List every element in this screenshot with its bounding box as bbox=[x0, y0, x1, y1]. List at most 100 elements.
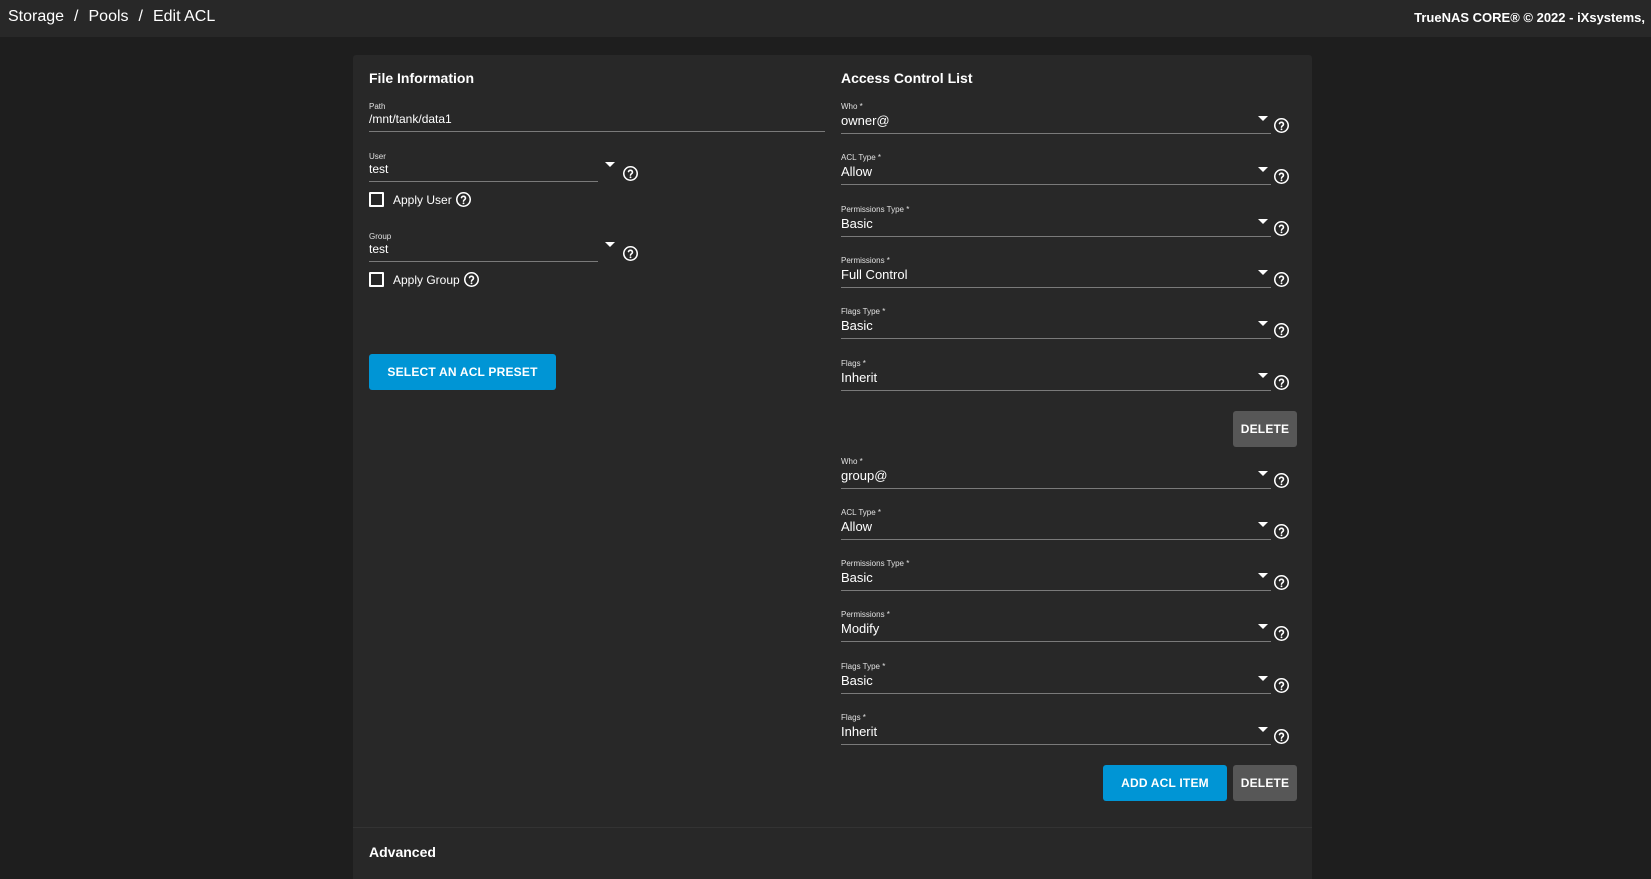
flags-underline bbox=[841, 390, 1271, 391]
breadcrumb: Storage / Pools / Edit ACL bbox=[8, 8, 215, 26]
who-value: owner@ bbox=[841, 113, 890, 128]
user-underline bbox=[369, 181, 598, 182]
permissions-value: Full Control bbox=[841, 267, 908, 282]
flags-type-select[interactable]: Flags Type * Basic bbox=[841, 307, 1271, 339]
group-underline bbox=[369, 261, 598, 262]
caret-down-icon bbox=[1258, 676, 1268, 681]
acl-type-underline bbox=[841, 539, 1271, 540]
file-info-title: File Information bbox=[369, 70, 474, 86]
help-circle-icon[interactable] bbox=[463, 271, 480, 288]
path-value: /mnt/tank/data1 bbox=[369, 112, 452, 126]
flags-type-label: Flags Type * bbox=[841, 307, 886, 316]
caret-down-icon bbox=[1258, 321, 1268, 326]
caret-down-icon bbox=[1258, 219, 1268, 224]
permissions-label: Permissions * bbox=[841, 610, 890, 619]
help-circle-icon[interactable] bbox=[1273, 472, 1290, 489]
help-circle-icon[interactable] bbox=[1273, 117, 1290, 134]
acl-type-value: Allow bbox=[841, 519, 873, 534]
help-circle-icon[interactable] bbox=[1273, 728, 1290, 745]
caret-down-icon bbox=[1258, 522, 1268, 527]
group-value: test bbox=[369, 242, 389, 256]
caret-down-icon bbox=[1258, 471, 1268, 476]
caret-down-icon bbox=[605, 162, 615, 167]
help-circle-icon[interactable] bbox=[1273, 523, 1290, 540]
help-circle-icon[interactable] bbox=[622, 245, 639, 262]
acl-title: Access Control List bbox=[841, 70, 973, 86]
help-circle-icon[interactable] bbox=[1273, 374, 1290, 391]
advanced-section[interactable]: Advanced bbox=[353, 827, 1312, 879]
path-field[interactable]: Path /mnt/tank/data1 bbox=[369, 102, 825, 132]
caret-down-icon bbox=[1258, 116, 1268, 121]
permissions-type-underline bbox=[841, 236, 1271, 237]
permissions-underline bbox=[841, 287, 1271, 288]
flags-value: Inherit bbox=[841, 724, 878, 739]
acl-type-value: Allow bbox=[841, 164, 873, 179]
acl-type-underline bbox=[841, 184, 1271, 185]
caret-down-icon bbox=[1258, 270, 1268, 275]
group-select[interactable]: Group test bbox=[369, 232, 624, 262]
flags-value: Inherit bbox=[841, 370, 878, 385]
breadcrumb-separator: / bbox=[74, 8, 79, 25]
who-underline bbox=[841, 488, 1271, 489]
advanced-title: Advanced bbox=[369, 844, 436, 860]
group-label: Group bbox=[369, 232, 392, 241]
permissions-type-label: Permissions Type * bbox=[841, 205, 910, 214]
caret-down-icon bbox=[605, 242, 615, 247]
user-value: test bbox=[369, 162, 389, 176]
permissions-label: Permissions * bbox=[841, 256, 890, 265]
flags-type-value: Basic bbox=[841, 318, 873, 333]
help-circle-icon[interactable] bbox=[1273, 220, 1290, 237]
add-acl-item-button[interactable]: ADD ACL ITEM bbox=[1103, 765, 1227, 801]
breadcrumb-separator: / bbox=[138, 8, 143, 25]
permissions-select[interactable]: Permissions * Full Control bbox=[841, 256, 1271, 288]
caret-down-icon bbox=[1258, 573, 1268, 578]
help-circle-icon[interactable] bbox=[1273, 625, 1290, 642]
who-value: group@ bbox=[841, 468, 888, 483]
permissions-type-value: Basic bbox=[841, 570, 873, 585]
copyright-text: TrueNAS CORE® © 2022 - iXsystems, bbox=[1414, 10, 1645, 25]
top-bar: Storage / Pools / Edit ACL TrueNAS CORE® © 2… bbox=[0, 0, 1651, 37]
help-circle-icon[interactable] bbox=[1273, 271, 1290, 288]
breadcrumb-pools[interactable]: Pools bbox=[89, 8, 129, 25]
apply-user-label: Apply User bbox=[393, 193, 452, 207]
acl-type-select[interactable]: ACL Type * Allow bbox=[841, 153, 1271, 185]
permissions-type-select[interactable]: Permissions Type * Basic bbox=[841, 559, 1271, 591]
permissions-select[interactable]: Permissions * Modify bbox=[841, 610, 1271, 642]
help-circle-icon[interactable] bbox=[455, 191, 472, 208]
delete-acl-item-button[interactable]: DELETE bbox=[1233, 411, 1297, 447]
help-circle-icon[interactable] bbox=[1273, 168, 1290, 185]
caret-down-icon bbox=[1258, 167, 1268, 172]
flags-underline bbox=[841, 744, 1271, 745]
delete-acl-item-button[interactable]: DELETE bbox=[1233, 765, 1297, 801]
who-underline bbox=[841, 133, 1271, 134]
acl-type-label: ACL Type * bbox=[841, 508, 882, 517]
flags-type-select[interactable]: Flags Type * Basic bbox=[841, 662, 1271, 694]
flags-select[interactable]: Flags * Inherit bbox=[841, 713, 1271, 745]
user-select[interactable]: User test bbox=[369, 152, 624, 182]
checkbox-unchecked-icon[interactable] bbox=[369, 272, 384, 287]
flags-select[interactable]: Flags * Inherit bbox=[841, 359, 1271, 391]
who-select[interactable]: Who * owner@ bbox=[841, 102, 1271, 134]
acl-type-select[interactable]: ACL Type * Allow bbox=[841, 508, 1271, 540]
who-label: Who * bbox=[841, 102, 863, 111]
who-label: Who * bbox=[841, 457, 863, 466]
help-circle-icon[interactable] bbox=[1273, 574, 1290, 591]
select-acl-preset-button[interactable]: SELECT AN ACL PRESET bbox=[369, 354, 556, 390]
caret-down-icon bbox=[1258, 624, 1268, 629]
help-circle-icon[interactable] bbox=[1273, 677, 1290, 694]
flags-type-underline bbox=[841, 338, 1271, 339]
checkbox-unchecked-icon[interactable] bbox=[369, 192, 384, 207]
flags-label: Flags * bbox=[841, 713, 866, 722]
flags-type-value: Basic bbox=[841, 673, 873, 688]
help-circle-icon[interactable] bbox=[622, 165, 639, 182]
caret-down-icon bbox=[1258, 727, 1268, 732]
permissions-underline bbox=[841, 641, 1271, 642]
breadcrumb-storage[interactable]: Storage bbox=[8, 8, 64, 25]
help-circle-icon[interactable] bbox=[1273, 322, 1290, 339]
apply-group-label: Apply Group bbox=[393, 273, 460, 287]
flags-label: Flags * bbox=[841, 359, 866, 368]
who-select[interactable]: Who * group@ bbox=[841, 457, 1271, 489]
permissions-type-select[interactable]: Permissions Type * Basic bbox=[841, 205, 1271, 237]
edit-acl-card: File Information Path /mnt/tank/data1 Us… bbox=[353, 55, 1312, 879]
flags-type-underline bbox=[841, 693, 1271, 694]
